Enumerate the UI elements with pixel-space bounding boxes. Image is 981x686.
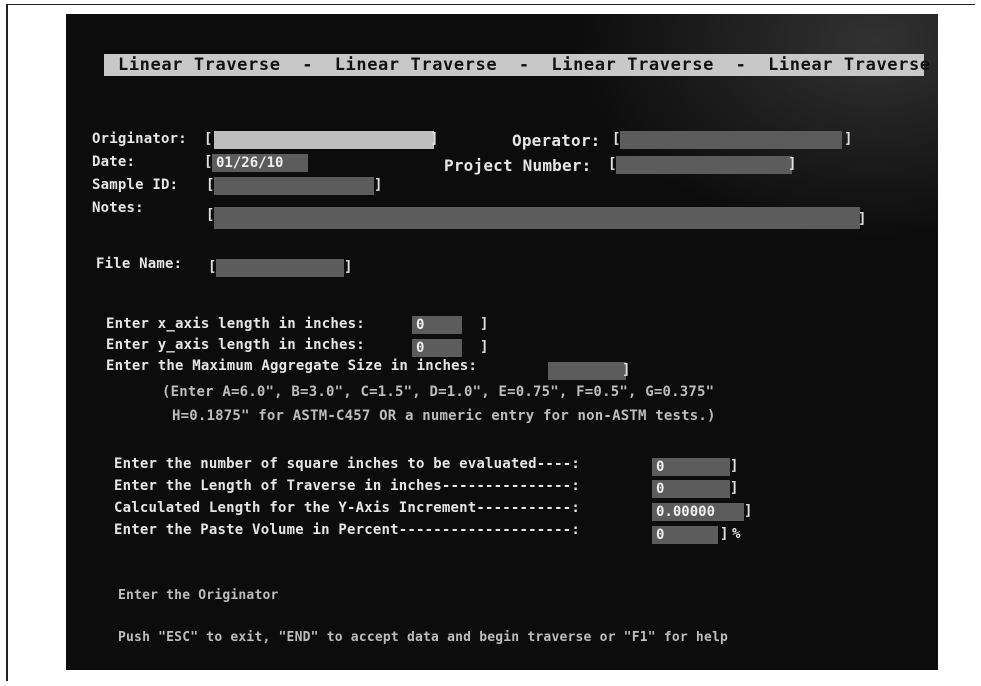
- bracket-close: ]: [788, 156, 797, 172]
- bracket-close: ]: [744, 503, 753, 519]
- bracket-close: ]: [844, 131, 853, 147]
- bracket-close: ]: [430, 131, 439, 147]
- bracket-close: ]: [480, 316, 489, 332]
- sample-id-label: Sample ID:: [92, 177, 179, 193]
- date-label: Date:: [92, 154, 136, 170]
- bracket-close: ]: [858, 211, 867, 227]
- bracket-close: ]: [730, 480, 739, 496]
- help-line: Push "ESC" to exit, "END" to accept data…: [118, 630, 729, 645]
- sample-id-field[interactable]: [214, 177, 374, 195]
- file-name-field[interactable]: [216, 259, 344, 277]
- bracket-close: ]: [622, 362, 631, 378]
- max-aggregate-label: Enter the Maximum Aggregate Size in inch…: [106, 358, 478, 374]
- y-increment-field: 0.00000: [652, 503, 744, 521]
- screen-title: Linear Traverse - Linear Traverse - Line…: [118, 55, 931, 75]
- traverse-length-label: Enter the Length of Traverse in inches--…: [114, 478, 580, 494]
- y-axis-field[interactable]: 0: [412, 339, 462, 357]
- project-number-label: Project Number:: [444, 156, 592, 175]
- crt-screen: Linear Traverse - Linear Traverse - Line…: [66, 14, 938, 670]
- y-axis-label: Enter y_axis length in inches:: [106, 337, 365, 353]
- bracket-close: ]: [344, 259, 353, 275]
- aggregate-hint-line2: H=0.1875" for ASTM-C457 OR a numeric ent…: [172, 408, 716, 424]
- paste-volume-label: Enter the Paste Volume in Percent-------…: [114, 522, 580, 538]
- notes-field[interactable]: [214, 207, 860, 229]
- date-field[interactable]: 01/26/10: [212, 154, 308, 172]
- y-increment-label: Calculated Length for the Y-Axis Increme…: [114, 500, 580, 516]
- originator-field[interactable]: [214, 131, 434, 149]
- notes-label: Notes:: [92, 200, 144, 216]
- bracket-close: ]: [730, 458, 739, 474]
- x-axis-label: Enter x_axis length in inches:: [106, 316, 365, 332]
- x-axis-field[interactable]: 0: [412, 316, 462, 334]
- bracket-open: [: [204, 131, 213, 147]
- operator-label: Operator:: [512, 131, 601, 150]
- square-inches-field[interactable]: 0: [652, 458, 730, 476]
- traverse-length-field[interactable]: 0: [652, 480, 730, 498]
- bracket-close: ]: [720, 526, 729, 542]
- file-name-label: File Name:: [96, 256, 183, 272]
- originator-label: Originator:: [92, 131, 187, 147]
- paste-volume-field[interactable]: 0: [652, 526, 718, 544]
- bracket-close: ]: [480, 339, 489, 355]
- operator-field[interactable]: [620, 131, 842, 149]
- max-aggregate-field[interactable]: [548, 362, 626, 380]
- project-number-field[interactable]: [616, 156, 792, 174]
- percent-unit: %: [732, 526, 741, 542]
- bracket-close: ]: [374, 177, 383, 193]
- aggregate-hint-line1: (Enter A=6.0", B=3.0", C=1.5", D=1.0", E…: [162, 384, 715, 400]
- square-inches-label: Enter the number of square inches to be …: [114, 456, 580, 472]
- status-prompt: Enter the Originator: [118, 588, 279, 603]
